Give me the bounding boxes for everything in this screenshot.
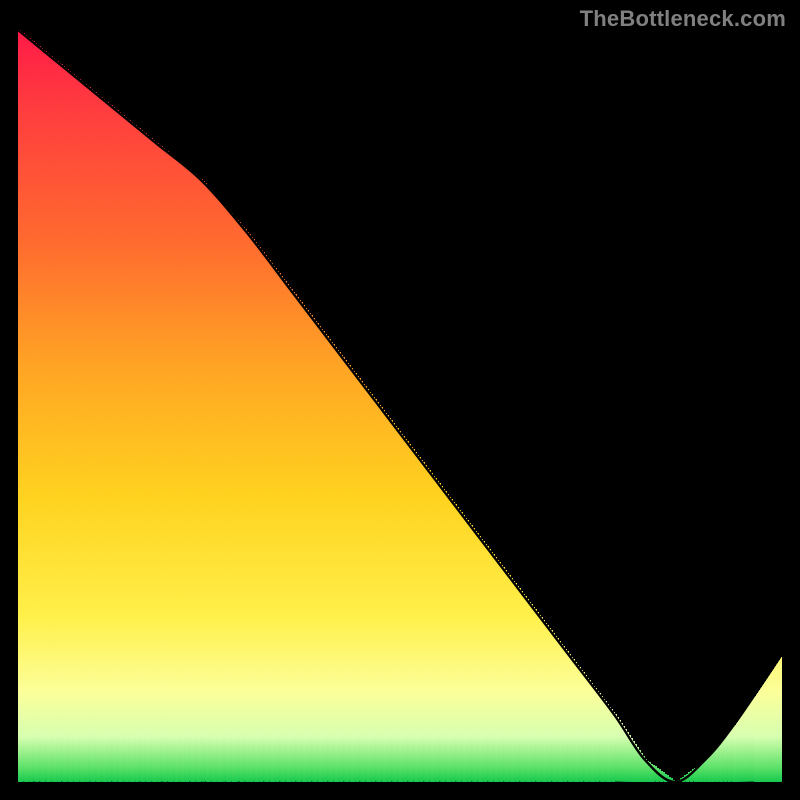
watermark-text: TheBottleneck.com (580, 6, 786, 32)
chart-frame: TheBottleneck.com (0, 0, 800, 800)
plot-area (18, 30, 782, 782)
plot-gradient-layer (18, 30, 782, 782)
